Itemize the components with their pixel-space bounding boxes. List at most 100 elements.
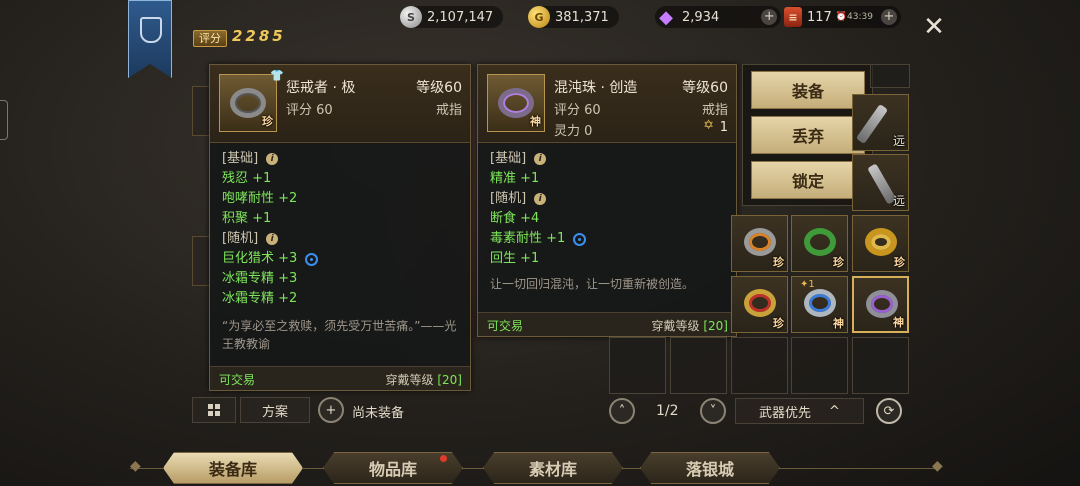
rarity-tag: 珍 <box>833 256 844 269</box>
tab-equipment-storage[interactable]: 装备库 <box>163 452 303 484</box>
inventory-slot-empty[interactable] <box>731 337 788 394</box>
equip-button[interactable]: 装备 <box>751 71 865 109</box>
currency-diamond: ◆ 2,934 + <box>655 6 782 28</box>
tooltip-footer: 可交易 穿戴等级 [20] <box>210 366 470 390</box>
info-icon[interactable]: i <box>534 193 547 205</box>
info-icon[interactable]: i <box>534 153 547 165</box>
score-label: 评分 <box>193 30 227 47</box>
tradeable-label: 可交易 <box>487 319 524 333</box>
stat-line: 巨化猎术 +3 <box>222 249 460 269</box>
stat-list: [基础] i 精准 +1 [随机] i 断食 +4 毒素耐性 +1 回生 +1 让一… <box>490 149 726 293</box>
info-icon[interactable]: i <box>266 233 279 245</box>
tab-material-storage[interactable]: 素材库 <box>483 452 623 484</box>
inventory-slot[interactable]: 珍 <box>791 215 848 272</box>
grid-icon <box>208 404 220 416</box>
rarity-tag: 神 <box>833 317 844 330</box>
wear-label: 穿戴等级 <box>651 319 700 333</box>
banner-emblem-icon <box>140 17 162 43</box>
close-button[interactable]: ✕ <box>922 14 946 40</box>
rarity-tag: 神 <box>530 115 541 128</box>
base-section-header: [基础] i <box>490 149 726 169</box>
inventory-slot-empty[interactable] <box>670 337 727 394</box>
tooltip-selected-ring: 神 混沌珠 · 创造 等级60 评分 60 戒指 灵力 0 ✡ 1 [基础] i … <box>477 64 737 337</box>
nav-right-ornament: ◆ <box>932 458 943 474</box>
flavor-text: 让一切回归混沌，让一切重新被创造。 <box>490 277 695 291</box>
random-section-header: [随机] i <box>222 229 460 249</box>
inventory-slot[interactable]: 远 <box>852 154 909 211</box>
random-header-text: [随机] <box>490 191 527 206</box>
rarity-tag: 珍 <box>773 317 784 330</box>
ticket-timer: ⏰43:39 <box>835 12 873 22</box>
star-stone-icon: ✡ <box>703 118 714 133</box>
tab-luoyin-city[interactable]: 落银城 <box>640 452 780 484</box>
inventory-slot-empty[interactable] <box>852 337 909 394</box>
unequipped-label: 尚未装备 <box>352 406 405 421</box>
stat-line: 积聚 +1 <box>222 211 272 226</box>
inventory-slot-empty[interactable] <box>791 337 848 394</box>
stat-text: 毒素耐性 +1 <box>490 231 566 246</box>
star-count: 1 <box>719 120 728 135</box>
scroll-ticket-icon: ≡ <box>784 7 802 27</box>
add-diamond-button[interactable]: + <box>761 9 778 25</box>
ring-icon <box>744 289 776 317</box>
inventory-slot-selected[interactable]: 神 <box>852 276 909 333</box>
add-plan-button[interactable]: + <box>318 397 344 423</box>
item-icon-ring: 珍 <box>219 74 277 132</box>
side-drawer-handle[interactable] <box>0 100 8 140</box>
item-name: 混沌珠 · 创造 <box>554 80 638 96</box>
gold-coin-icon: G <box>528 6 550 28</box>
stat-text: 巨化猎术 +3 <box>222 251 298 266</box>
currency-gold: G 381,371 <box>528 6 619 28</box>
inventory-slot[interactable]: 珍 <box>852 215 909 272</box>
stat-line: 回生 +1 <box>490 251 540 266</box>
tooltip-equipped-ring: 珍 👕 惩戒者 · 极 等级60 评分 60 戒指 [基础] i 残忍 +1 咆哮… <box>209 64 471 391</box>
sort-dropdown[interactable]: 武器优先 ^ <box>735 398 864 424</box>
gold-amount: 381,371 <box>555 9 609 25</box>
guild-banner[interactable] <box>128 0 172 78</box>
chevron-up-icon: ^ <box>829 403 840 419</box>
info-icon[interactable]: i <box>266 153 279 165</box>
plan-button[interactable]: 方案 <box>240 397 310 423</box>
tradeable-label: 可交易 <box>219 373 256 387</box>
discard-button[interactable]: 丢弃 <box>751 116 865 154</box>
inventory-filter-tab[interactable] <box>870 64 910 88</box>
lock-button[interactable]: 锁定 <box>751 161 865 199</box>
silver-coin-icon: S <box>400 6 422 28</box>
page-prev-button[interactable]: ˄ <box>609 398 635 424</box>
flavor-text: “为享必至之救赎，须先受万世苦痛。”——光王教教谕 <box>222 319 457 351</box>
silver-amount: 2,107,147 <box>427 9 494 25</box>
inventory-slot[interactable]: 远 <box>852 94 909 151</box>
ring-icon <box>230 88 266 118</box>
item-name: 惩戒者 · 极 <box>286 80 356 96</box>
inventory-slot[interactable]: ✦1 神 <box>791 276 848 333</box>
notification-dot <box>440 455 447 462</box>
random-section-header: [随机] i <box>490 189 726 209</box>
ring-icon <box>865 228 897 256</box>
currency-silver: S 2,107,147 <box>400 6 504 28</box>
grid-view-button[interactable] <box>192 397 236 423</box>
ring-icon <box>804 289 836 317</box>
item-slot: 戒指 <box>435 103 462 118</box>
ring-icon <box>804 228 836 256</box>
refresh-sort-button[interactable]: ⟳ <box>876 398 902 424</box>
equipped-shirt-icon: 👕 <box>270 69 284 82</box>
inventory-slot-empty[interactable] <box>609 337 666 394</box>
stat-line: 咆哮耐性 +2 <box>222 191 298 206</box>
page-next-button[interactable]: ˅ <box>700 398 726 424</box>
stat-list: [基础] i 残忍 +1 咆哮耐性 +2 积聚 +1 [随机] i 巨化猎术 +3 … <box>222 149 460 353</box>
currency-ticket: ≡ 117 ⏰43:39 + <box>784 6 901 28</box>
sort-label: 武器优先 <box>759 405 812 421</box>
inventory-slot[interactable]: 珍 <box>731 215 788 272</box>
reroll-icon[interactable] <box>305 252 319 266</box>
stat-line: 精准 +1 <box>490 171 540 186</box>
rarity-tag: 珍 <box>262 115 273 128</box>
add-ticket-button[interactable]: + <box>880 9 897 25</box>
weapon-type-tag: 远 <box>892 134 905 148</box>
reroll-icon[interactable] <box>573 232 587 246</box>
item-slot: 戒指 <box>701 103 728 118</box>
item-level: 等级60 <box>416 80 462 96</box>
inventory-slot[interactable]: 珍 <box>731 276 788 333</box>
rarity-tag: 珍 <box>773 256 784 269</box>
random-header-text: [随机] <box>222 231 259 246</box>
wear-label: 穿戴等级 <box>385 373 434 387</box>
